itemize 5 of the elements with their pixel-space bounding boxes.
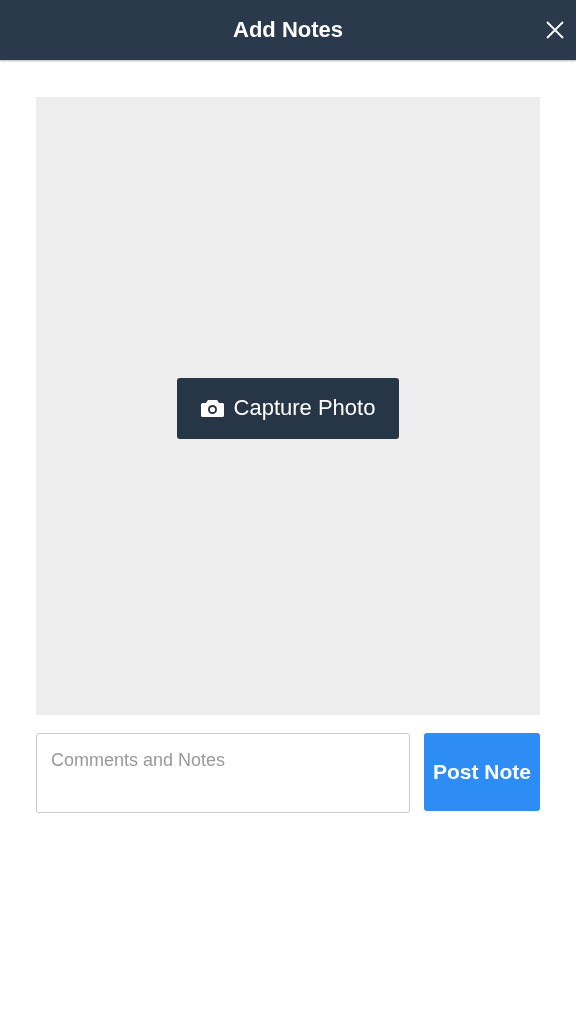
notes-field[interactable]: Comments and Notes <box>36 733 410 813</box>
camera-icon <box>200 399 224 417</box>
close-button[interactable] <box>546 21 564 39</box>
capture-photo-button[interactable]: Capture Photo <box>177 377 399 439</box>
window-title: Add Notes <box>233 17 343 43</box>
